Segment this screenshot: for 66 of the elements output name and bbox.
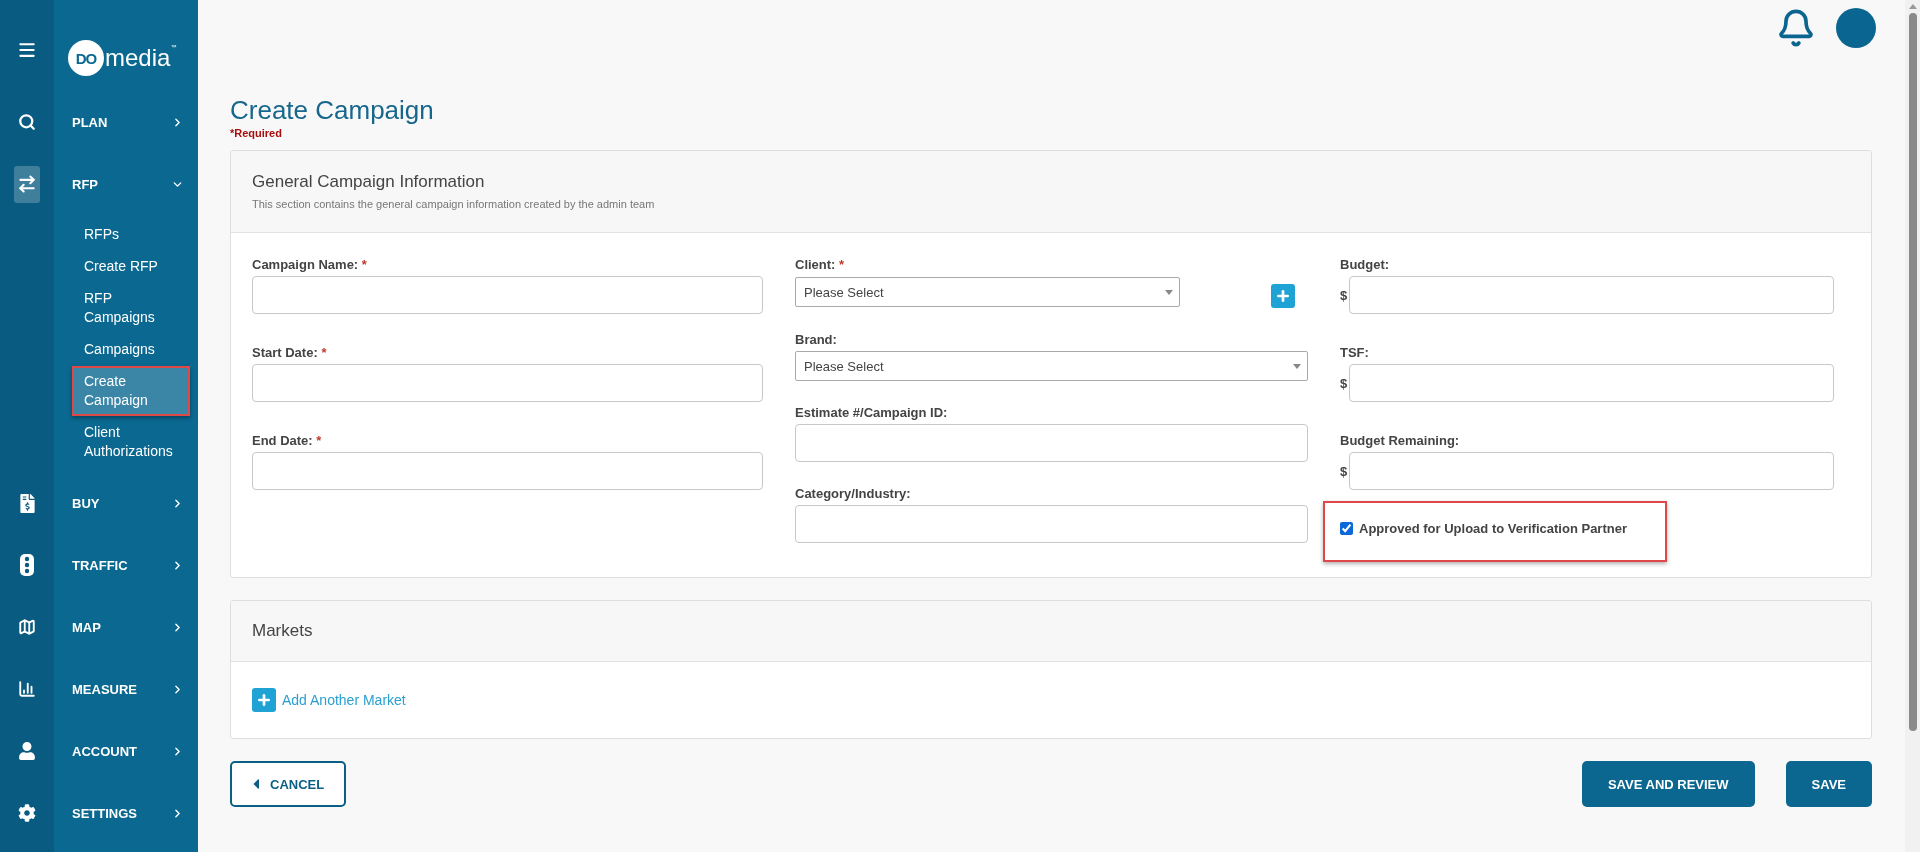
caret-icon <box>1293 363 1301 369</box>
field-label: TSF: <box>1340 345 1370 361</box>
nav-item[interactable]: ACCOUNT <box>54 731 198 771</box>
save-button[interactable]: SAVE AND REVIEW <box>1581 761 1755 807</box>
cancel-button[interactable]: CANCEL <box>230 761 347 807</box>
section-title: Markets <box>252 621 314 641</box>
dollar-document-icon <box>17 493 37 513</box>
nav-item[interactable]: SETTINGS <box>54 793 198 833</box>
field-label: Category/Industry: <box>795 486 912 502</box>
currency-symbol: $ <box>1340 375 1348 391</box>
caret-icon <box>1165 289 1173 295</box>
text-input[interactable] <box>252 452 763 490</box>
select-dropdown[interactable]: Please Select <box>795 351 1308 381</box>
submenu-item[interactable]: Create RFP <box>72 251 190 282</box>
submenu-item[interactable]: RFP Campaigns <box>72 283 190 333</box>
avatar[interactable] <box>1836 8 1876 48</box>
settings-icon <box>18 804 36 822</box>
field-label: Campaign Name: * <box>252 257 368 273</box>
logo-text: media <box>105 44 171 72</box>
bell-icon[interactable] <box>1776 8 1816 48</box>
field-label: Client: * <box>795 257 846 273</box>
currency-symbol: $ <box>1340 463 1348 479</box>
currency-input[interactable] <box>1348 276 1834 314</box>
swap-arrows-icon <box>17 174 37 194</box>
field-label: Start Date: * <box>252 345 328 361</box>
text-input[interactable] <box>795 505 1308 543</box>
select-dropdown[interactable]: Please Select <box>795 277 1180 307</box>
checkbox[interactable] <box>1340 522 1353 535</box>
add-market-link[interactable]: Add Another Market <box>252 688 406 712</box>
submenu-item[interactable]: Create Campaign <box>72 366 190 416</box>
nav-item[interactable]: TRAFFIC <box>54 545 198 585</box>
field-label: Brand: <box>795 332 838 348</box>
text-input[interactable] <box>252 276 763 314</box>
add-button[interactable] <box>1271 284 1295 308</box>
required-note: *Required <box>230 126 283 140</box>
field-label: Budget: <box>1340 257 1391 273</box>
save-button[interactable]: SAVE <box>1785 761 1872 807</box>
field-label: Estimate #/Campaign ID: <box>795 405 949 421</box>
submenu-item[interactable]: Client Authorizations <box>72 417 190 467</box>
nav-item[interactable]: RFP <box>54 164 198 204</box>
plus-icon <box>1275 288 1291 304</box>
map-icon <box>18 618 36 636</box>
nav-item[interactable]: MEASURE <box>54 669 198 709</box>
field-label: End Date: * <box>252 433 323 449</box>
text-input[interactable] <box>795 424 1308 462</box>
logo-badge: DO <box>68 40 104 76</box>
scrollbar-thumb[interactable] <box>1908 13 1917 731</box>
bar-chart-icon <box>18 680 36 698</box>
checkbox-label[interactable]: Approved for Upload to Verification Partner <box>1340 521 1627 536</box>
currency-input[interactable] <box>1348 452 1834 490</box>
field-label: Budget Remaining: <box>1340 433 1461 449</box>
page-title: Create Campaign <box>230 94 435 126</box>
submenu-item[interactable]: RFPs <box>72 219 190 250</box>
user-icon <box>18 742 36 760</box>
section-title: General Campaign Information <box>252 172 486 192</box>
nav-item[interactable]: PLAN <box>54 102 198 142</box>
nav-item[interactable]: MAP <box>54 607 198 647</box>
nav-item[interactable]: BUY <box>54 483 198 523</box>
text-input[interactable] <box>252 364 763 402</box>
submenu-item[interactable]: Campaigns <box>72 334 190 365</box>
menu-icon[interactable] <box>17 40 37 60</box>
section-subtitle: This section contains the general campaign information created by the admin team <box>252 197 656 211</box>
currency-symbol: $ <box>1340 287 1348 303</box>
rail-button[interactable] <box>14 165 40 203</box>
traffic-light-icon <box>19 553 35 577</box>
currency-input[interactable] <box>1348 364 1834 402</box>
